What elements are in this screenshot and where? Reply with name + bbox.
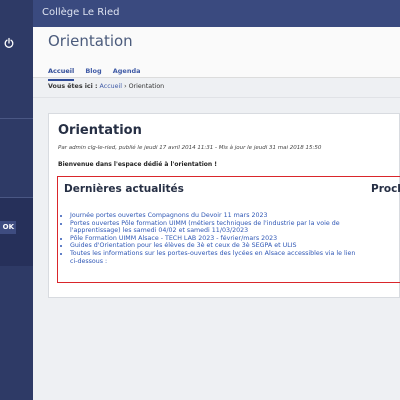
news-link[interactable]: Journée portes ouvertes Compagnons du De… <box>70 212 360 220</box>
article-title: Orientation <box>58 123 142 138</box>
latest-news-heading: Dernières actualités <box>64 183 184 195</box>
news-list: Journée portes ouvertes Compagnons du De… <box>60 212 360 265</box>
news-link[interactable]: Portes ouvertes Pôle formation UIMM (mét… <box>70 220 360 235</box>
welcome-text: Bienvenue dans l'espace dédié à l'orient… <box>58 161 217 168</box>
breadcrumb-home-link[interactable]: Accueil <box>100 83 123 90</box>
upcoming-heading: Proch <box>371 183 400 195</box>
ok-button[interactable]: OK <box>0 221 16 234</box>
article-card: Orientation Par admin clg-le-ried, publi… <box>48 113 400 298</box>
power-icon[interactable] <box>3 34 15 48</box>
breadcrumb-lead: Vous êtes ici : <box>48 83 98 90</box>
breadcrumb-current: Orientation <box>128 83 165 90</box>
breadcrumb-separator: › <box>124 83 127 90</box>
page-header: Orientation Accueil Blog Agenda <box>33 27 400 81</box>
tab-agenda[interactable]: Agenda <box>113 67 141 79</box>
tab-accueil[interactable]: Accueil <box>48 67 75 81</box>
article-meta: Par admin clg-le-ried, publié le jeudi 1… <box>58 145 322 151</box>
site-name-link[interactable]: Collège Le Ried <box>42 7 119 18</box>
left-sidebar: OK <box>0 0 33 400</box>
news-link[interactable]: Guides d'Orientation pour les élèves de … <box>70 242 360 250</box>
breadcrumb: Vous êtes ici : Accueil › Orientation <box>33 83 400 98</box>
news-link[interactable]: Toutes les informations sur les portes-o… <box>70 250 360 265</box>
tab-blog[interactable]: Blog <box>85 67 101 79</box>
tab-bar: Accueil Blog Agenda <box>48 58 147 81</box>
breadcrumb-divider <box>33 97 400 98</box>
top-bar: Collège Le Ried <box>33 0 400 27</box>
page-title: Orientation <box>48 32 133 50</box>
sidebar-divider <box>0 118 33 119</box>
